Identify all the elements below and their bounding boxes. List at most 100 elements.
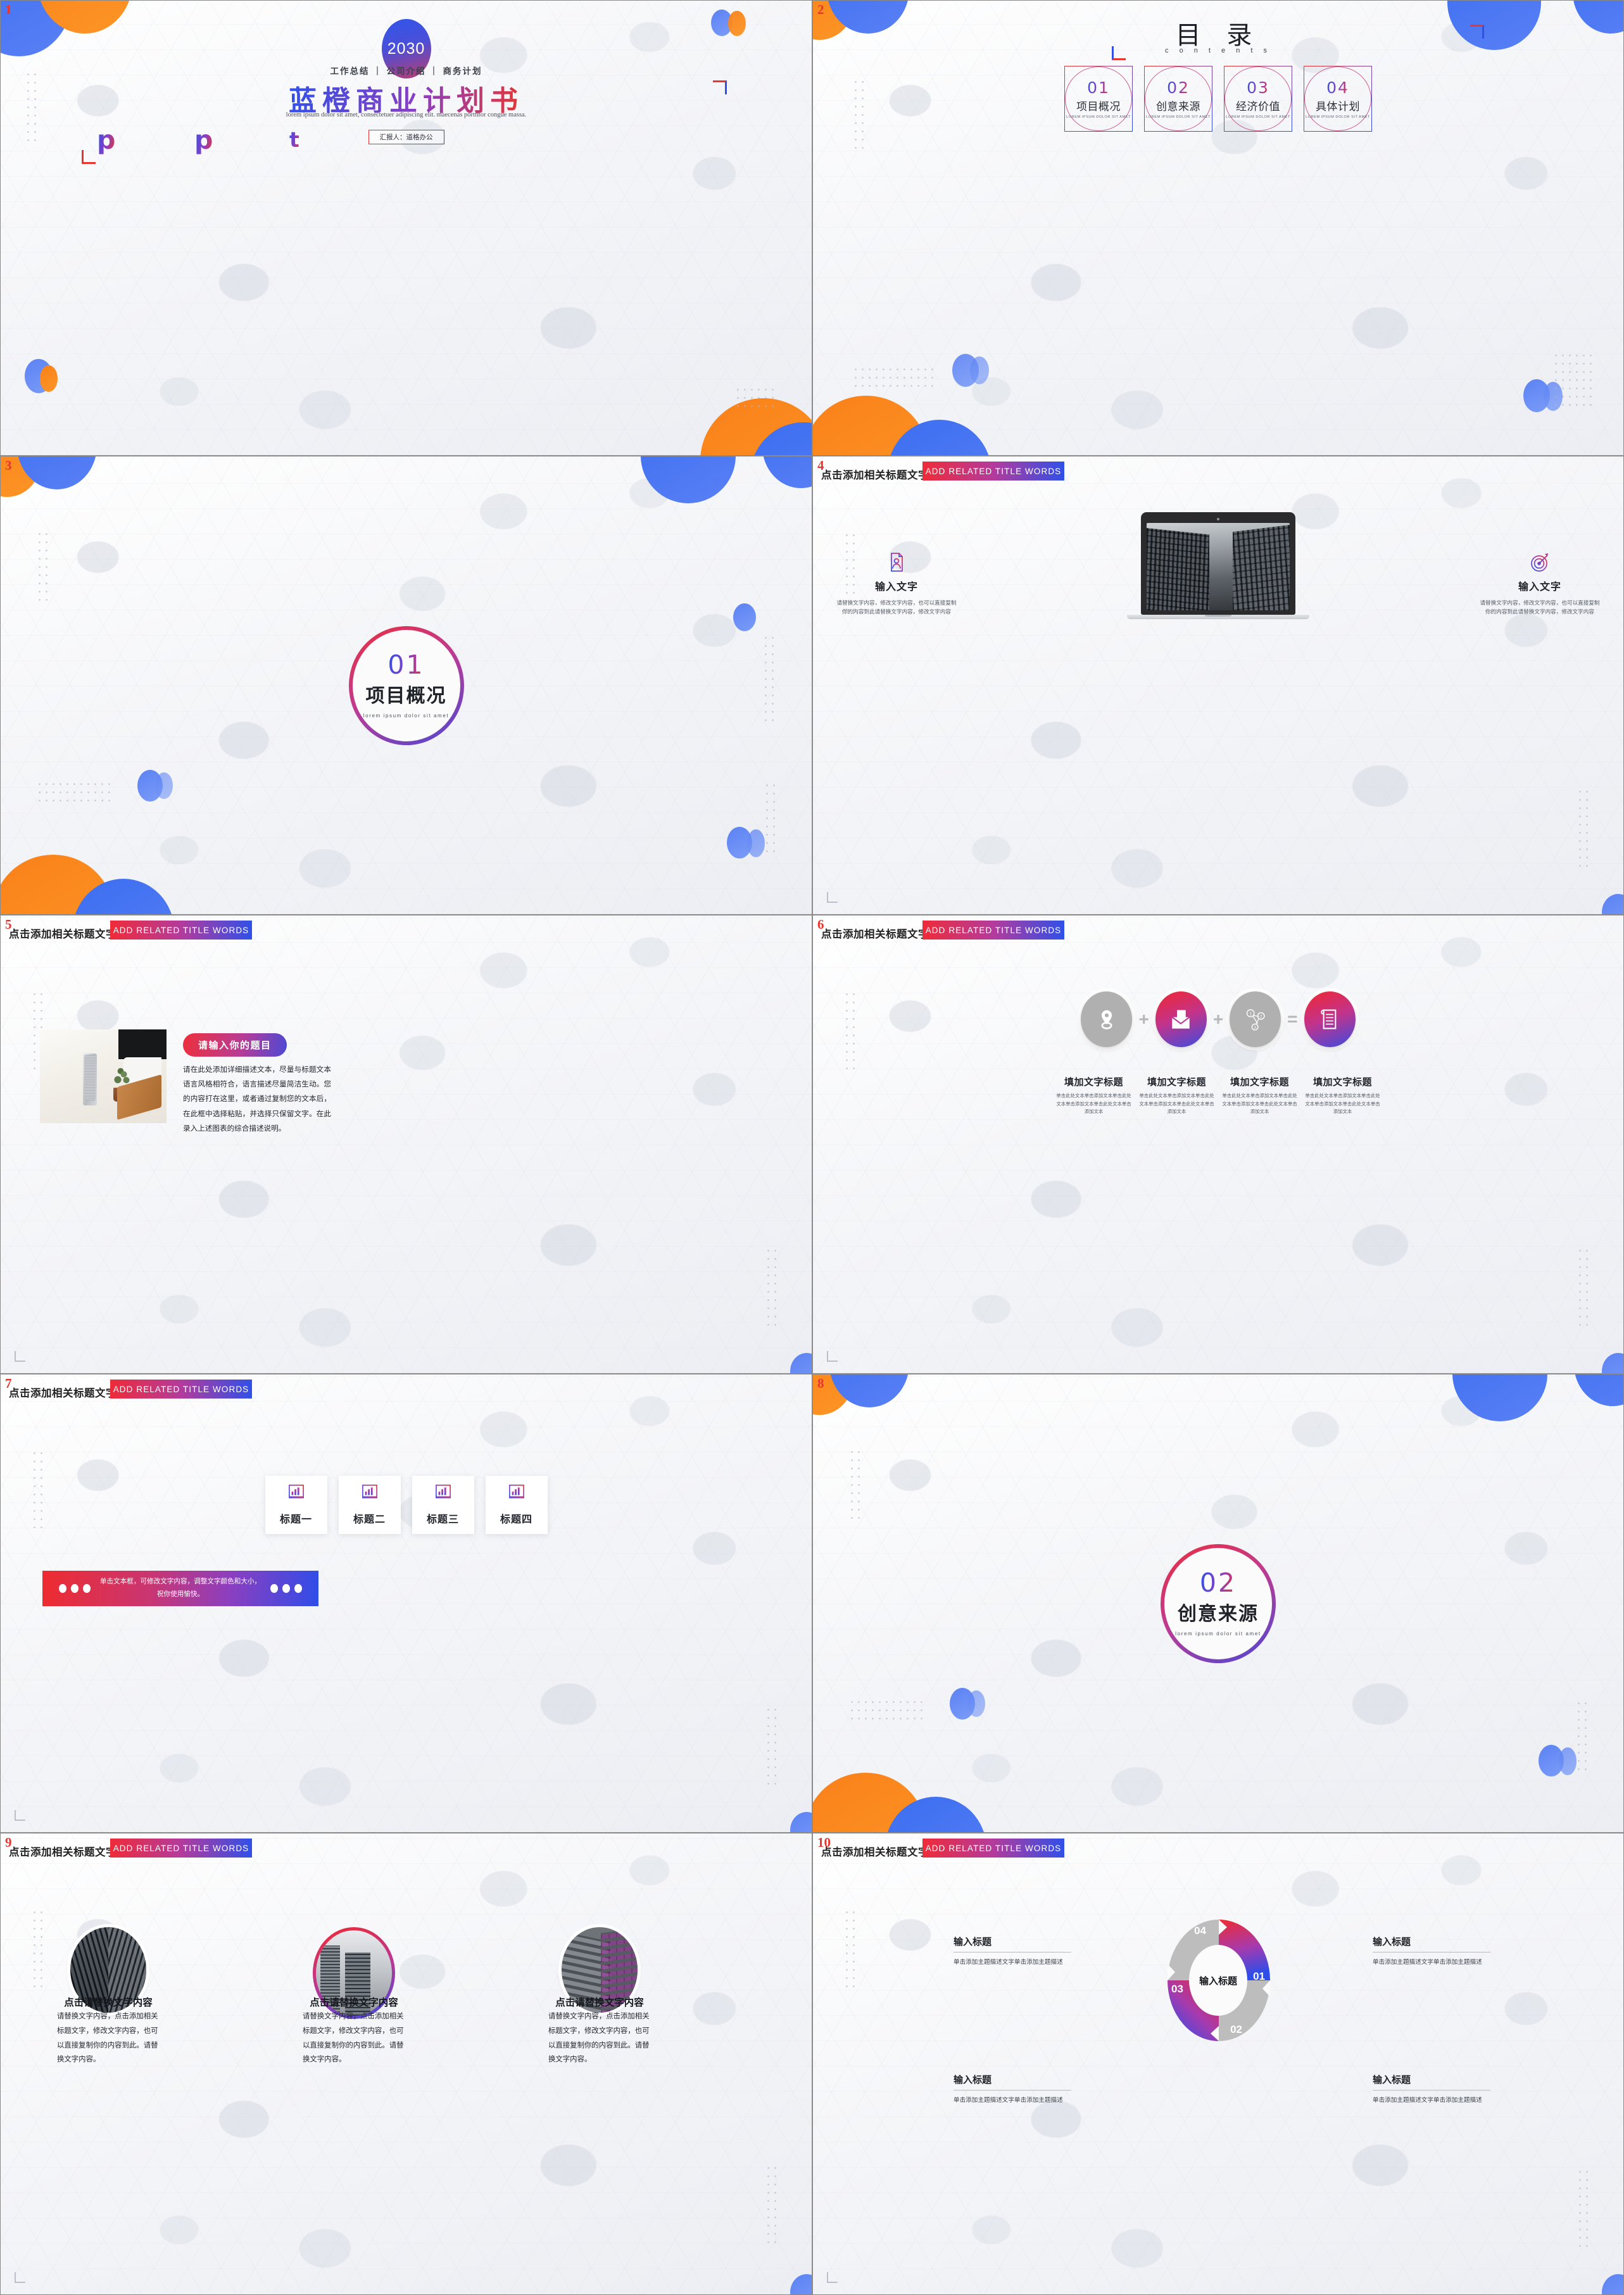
header-title-cn: 点击添加相关标题文字 [9, 1847, 116, 1858]
slide-10-cycle-diagram[interactable]: 10 点击添加相关标题文字 ADD RELATED TITLE WORDS 输入… [812, 1833, 1624, 2295]
feature-left: 输入文字 请替换文字内容，修改文字内容，也可以直接复制你的内容到此请替换文字内容… [834, 551, 959, 616]
cycle-block-title: 输入标题 [954, 1937, 992, 1947]
hexagon-background [1, 915, 812, 1373]
slide-9-three-columns[interactable]: 9 点击添加相关标题文字 ADD RELATED TITLE WORDS 点击请… [0, 1833, 812, 2295]
slide-number: 7 [5, 1376, 12, 1391]
header-title-cn: 点击添加相关标题文字 [821, 470, 929, 481]
process-title: 填加文字标题 [1064, 1077, 1123, 1088]
contents-item-01[interactable]: 01 项目概况 LOREM IPSUM DOLOR SIT AMET [1064, 66, 1133, 132]
dot-matrix [36, 530, 53, 606]
contents-item-number: 04 [1326, 79, 1349, 97]
decor-blob-blue-small-3 [155, 772, 173, 799]
scroll-document-icon[interactable] [1304, 991, 1356, 1047]
slide-header: 点击添加相关标题文字 ADD RELATED TITLE WORDS [813, 462, 1623, 487]
gradient-banner: 单击文本框，可修改文字内容，调整文字颜色和大小，祝你使用愉快。 [42, 1571, 318, 1606]
decor-blob-blue-small [1602, 894, 1623, 914]
contents-item-04[interactable]: 04 具体计划 LOREM IPSUM DOLOR SIT AMET [1304, 66, 1372, 132]
slide-4-content[interactable]: 4 点击添加相关标题文字 ADD RELATED TITLE WORDS 输入文… [812, 456, 1624, 915]
contents-item-label: 经济价值 [1236, 101, 1280, 113]
slide-number: 10 [817, 1835, 831, 1850]
slide-3-section-one[interactable]: 3 01 项目概况 lorem ipsum dolor sit amet [0, 456, 812, 915]
card-4[interactable]: 标题四 [485, 1476, 548, 1534]
cycle-segment-01: 01 [1253, 1970, 1265, 1982]
dot-matrix-2 [852, 365, 935, 392]
section-title: 项目概况 [365, 686, 447, 707]
svg-text:2: 2 [1260, 1014, 1262, 1019]
card-1[interactable]: 标题一 [265, 1476, 327, 1534]
laptop-base [1127, 615, 1309, 619]
cover-lorem: lorem ipsum dolor sit amet, consectetuer… [286, 111, 527, 118]
network-nodes-icon[interactable]: 1 2 3 [1230, 991, 1281, 1047]
dots-left [59, 1584, 91, 1593]
decor-blob-blue-small [790, 1812, 812, 1832]
corner-bracket-top-right [1470, 25, 1484, 39]
contents-subtitle: c o n t e n t s [1165, 47, 1271, 54]
contents-item-subtext: LOREM IPSUM DOLOR SIT AMET [1066, 115, 1131, 119]
slide-6-process[interactable]: 6 点击添加相关标题文字 ADD RELATED TITLE WORDS + +… [812, 915, 1624, 1374]
cover-presenter-badge[interactable]: 汇报人：道格办公 [368, 130, 444, 144]
corner-bracket-bottom-left [82, 150, 96, 164]
slide-7-cards[interactable]: 7 点击添加相关标题文字 ADD RELATED TITLE WORDS 标题一… [0, 1374, 812, 1833]
slide-1-cover[interactable]: 1 2030 工作总结 ｜ 公司介绍 ｜ 商务计划 蓝橙商业计划书 lorem … [0, 0, 812, 456]
corner-bracket-bottom-left [1112, 46, 1126, 60]
photo-dark-panel [118, 1029, 167, 1060]
cycle-block-body: 单击添加主题描述文字单击添加主题描述 [1373, 1959, 1482, 1966]
location-pin-icon[interactable] [1081, 991, 1133, 1047]
card-title: 标题一 [279, 1514, 312, 1525]
card-3[interactable]: 标题三 [412, 1476, 474, 1534]
process-body: 单击此处文本单击添加文本单击此处文本单击添加文本单击此处文本单击添加文本 [1139, 1093, 1214, 1115]
hexagon-background [813, 915, 1623, 1373]
decor-blob-blue-2 [1452, 1374, 1547, 1421]
decor-blob-blue-small [1602, 1353, 1623, 1373]
svg-text:1: 1 [1249, 1012, 1252, 1016]
cover-deco-letter-right: t [289, 127, 299, 152]
cycle-diagram: 输入标题 01 02 03 04 [1165, 1917, 1271, 2044]
contents-item-03[interactable]: 03 经济价值 LOREM IPSUM DOLOR SIT AMET [1224, 66, 1292, 132]
slide-number: 3 [5, 458, 12, 473]
slide-8-section-two[interactable]: 8 02 创意来源 lorem ipsum dolor sit amet [812, 1374, 1624, 1833]
card-2[interactable]: 标题二 [338, 1476, 401, 1534]
column-3-title: 点击请替换文字内容 [555, 1997, 644, 2008]
feature-right: 输入文字 请替换文字内容，修改文字内容，也可以直接复制你的内容到此请替换文字内容… [1478, 551, 1602, 616]
column-2-title: 点击请替换文字内容 [310, 1997, 398, 2008]
contents-title: 目 录 [1175, 21, 1261, 50]
svg-text:3: 3 [1254, 1026, 1256, 1030]
dot-matrix-2 [765, 2164, 781, 2245]
column-1-body: 请替换文字内容，点击添加相关标题文字，修改文字内容，也可以直接复制你的内容到此。… [57, 2013, 158, 2064]
bar-chart-icon [288, 1484, 305, 1502]
slide-number: 2 [817, 2, 824, 17]
section-ring-inner: 01 项目概况 lorem ipsum dolor sit amet [352, 629, 460, 741]
slide-2-contents[interactable]: 2 目 录 c o n t e n t s 01 项目概况 LOREM IPSU… [812, 0, 1624, 456]
cycle-segment-03: 03 [1171, 1983, 1183, 1995]
slide-5-content[interactable]: 5 点击添加相关标题文字 ADD RELATED TITLE WORDS 请输入… [0, 915, 812, 1374]
header-title-en: ADD RELATED TITLE WORDS [922, 462, 1064, 481]
contents-item-02[interactable]: 02 创意来源 LOREM IPSUM DOLOR SIT AMET [1144, 66, 1212, 132]
decor-blob-blue-small-4 [1544, 382, 1563, 411]
target-dart-icon [1529, 551, 1551, 573]
decor-blob-blue-3 [1573, 1, 1623, 34]
laptop-mockup [1127, 512, 1309, 619]
process-label-4: 填加文字标题 单击此处文本单击添加文本单击此处文本单击添加文本单击此处文本单击添… [1304, 1075, 1381, 1116]
cycle-segment-04: 04 [1194, 1925, 1206, 1937]
plus-operator: + [1138, 1009, 1149, 1029]
feature-right-title: 输入文字 [1518, 582, 1561, 593]
process-label-1: 填加文字标题 单击此处文本单击添加文本单击此处文本单击添加文本单击此处文本单击添… [1055, 1075, 1132, 1116]
decor-blob-orange-small-2 [40, 365, 58, 392]
dot-matrix-2 [1577, 2168, 1593, 2249]
process-label-3: 填加文字标题 单击此处文本单击添加文本单击此处文本单击添加文本单击此处文本单击添… [1221, 1075, 1298, 1116]
decor-blob-blue-small-5 [747, 829, 765, 857]
decor-blob-blue-small-2 [967, 1690, 985, 1717]
slide-header: 点击添加相关标题文字 ADD RELATED TITLE WORDS [1, 1839, 812, 1864]
dot-matrix-2 [36, 780, 112, 805]
divider [954, 2090, 1071, 2091]
plus-operator-2: + [1212, 1009, 1224, 1029]
section-number: 01 [387, 650, 425, 680]
process-labels: 填加文字标题 单击此处文本单击添加文本单击此处文本单击添加文本单击此处文本单击添… [813, 1075, 1623, 1116]
mail-envelope-icon[interactable] [1155, 991, 1207, 1047]
card-title: 标题二 [353, 1514, 386, 1525]
contents-item-subtext: LOREM IPSUM DOLOR SIT AMET [1306, 115, 1370, 119]
bar-chart-icon [508, 1484, 525, 1502]
decor-blob-blue-3 [1574, 1374, 1623, 1406]
contents-item-number: 03 [1247, 79, 1269, 97]
corner-bracket-top-right [713, 80, 727, 94]
